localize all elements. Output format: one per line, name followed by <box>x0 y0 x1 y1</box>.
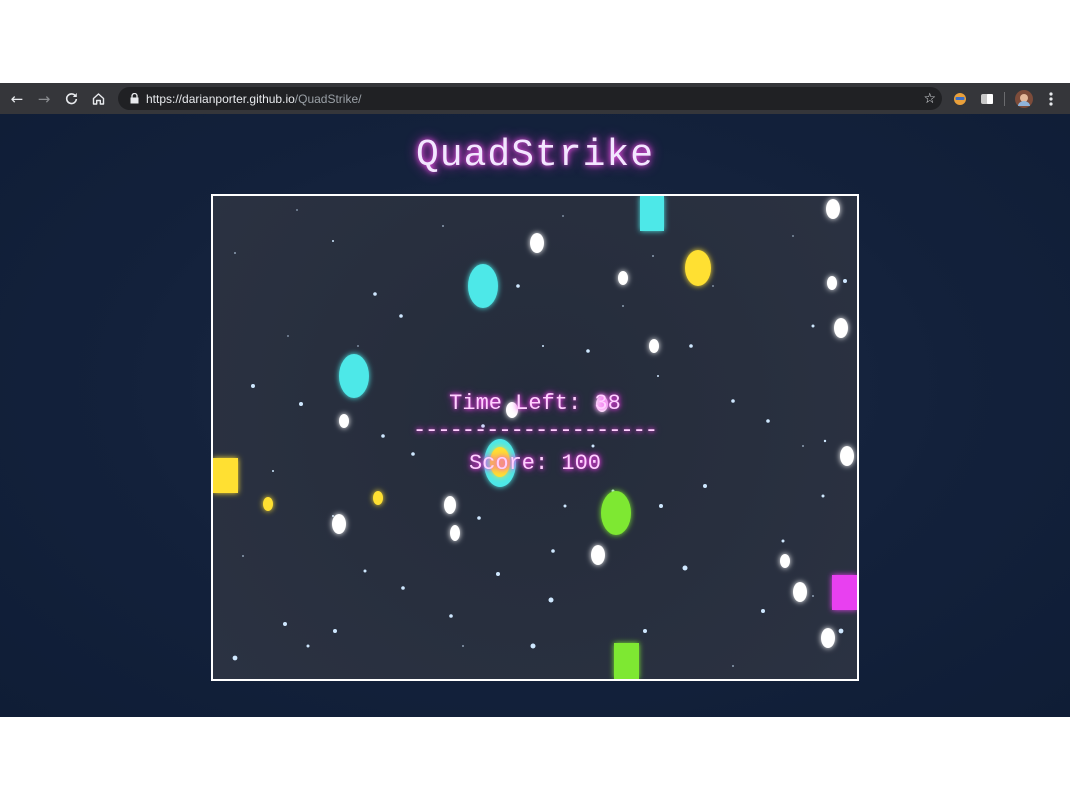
menu-icon[interactable] <box>1040 83 1062 114</box>
game-title: QuadStrike <box>415 134 655 177</box>
url-scheme: https:// <box>146 91 183 106</box>
lock-icon <box>127 92 141 106</box>
url-path: /QuadStrike/ <box>294 91 362 106</box>
browser-toolbar: ← → https://darianporter.github.io/QuadS… <box>0 83 1070 114</box>
url-host: darianporter.github.io <box>182 91 295 106</box>
score-text: Score: 100 <box>468 451 602 476</box>
green-orbs <box>601 491 631 535</box>
time-left-text: Time Left: 38 <box>449 391 621 416</box>
forward-icon[interactable]: → <box>33 83 55 114</box>
magenta-square <box>832 575 857 610</box>
extension-icon[interactable] <box>976 83 998 114</box>
star-icon[interactable]: ☆ <box>923 87 936 110</box>
toolbar-divider <box>1004 92 1005 106</box>
address-bar[interactable]: https://darianporter.github.io/QuadStrik… <box>118 87 942 110</box>
back-icon[interactable]: ← <box>6 83 28 114</box>
extension-icon[interactable] <box>949 83 971 114</box>
page: QuadStrike Time Left: 38 ---------------… <box>0 114 1070 717</box>
green-square <box>614 643 639 679</box>
profile-avatar[interactable] <box>1013 83 1035 114</box>
game-canvas[interactable]: Time Left: 38 -------------------- Score… <box>211 194 859 681</box>
url-text: https://darianporter.github.io/QuadStrik… <box>146 92 361 106</box>
hud-separator: -------------------- <box>412 418 658 443</box>
home-icon[interactable] <box>87 83 109 114</box>
cyan-square <box>640 196 664 231</box>
reload-icon[interactable] <box>60 83 82 114</box>
